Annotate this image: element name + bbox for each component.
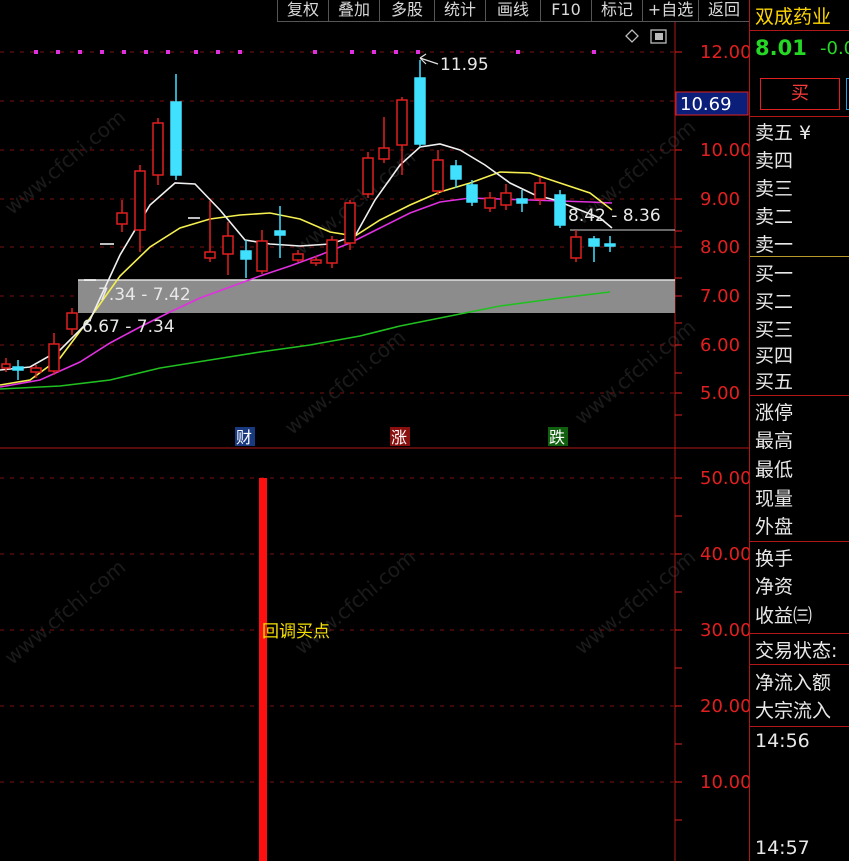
quote-panel: 双成药业 8.01 -0.0 买 卖五 ¥ 卖四 卖三 卖二 卖一 买一 买二 … <box>749 0 849 861</box>
indicator-bar <box>259 478 267 861</box>
ma-yellow-line <box>0 171 613 386</box>
divider <box>750 395 849 396</box>
stat-outer: 外盘 <box>755 516 794 538</box>
sell-level-3: 卖三 <box>755 178 794 200</box>
peak-arrow <box>419 53 439 65</box>
indicator-tick: 40.00 <box>700 544 749 565</box>
indicator-tick: 20.00 <box>700 696 749 717</box>
stat-limit-up: 涨停 <box>755 402 794 424</box>
buy-button[interactable]: 买 <box>760 78 840 110</box>
kline-chart[interactable]: 11.95 7.34 - 7.42 6.67 - 7.34 8.42 - 8.3… <box>0 0 749 861</box>
tick-time-1: 14:56 <box>755 730 810 752</box>
buy-level-3: 买三 <box>755 319 794 341</box>
sell-level-1: 卖一 <box>755 234 794 256</box>
buy-level-1: 买一 <box>755 263 794 285</box>
divider <box>750 726 849 727</box>
price-tick: 10.00 <box>700 140 749 161</box>
event-marker-fall[interactable]: 跌 <box>549 428 565 447</box>
range-label-3: 8.42 - 8.36 <box>568 206 661 226</box>
divider <box>750 116 849 117</box>
stat-low: 最低 <box>755 459 794 481</box>
add-favorite-button[interactable]: +自选 <box>642 0 698 22</box>
last-price: 8.01 <box>755 36 807 60</box>
block-inflow: 大宗流入 <box>755 700 832 722</box>
range-label-2: 6.67 - 7.34 <box>82 317 175 337</box>
buy-level-2: 买二 <box>755 291 794 313</box>
mark-button[interactable]: 标记 <box>591 0 642 22</box>
grid <box>0 51 675 783</box>
divider <box>750 633 849 634</box>
range-label-1: 7.34 - 7.42 <box>98 285 191 305</box>
event-marker-finance[interactable]: 财 <box>236 428 252 447</box>
stat-turnover: 换手 <box>755 548 794 570</box>
multi-stock-button[interactable]: 多股 <box>379 0 434 22</box>
event-markers: 财 涨 跌 <box>235 427 568 447</box>
buy-level-4: 买四 <box>755 345 794 367</box>
peak-label: 11.95 <box>440 55 489 75</box>
net-inflow: 净流入额 <box>755 672 832 694</box>
price-change: -0.0 <box>820 38 849 59</box>
current-price-label: 10.69 <box>680 94 732 115</box>
window-icon[interactable] <box>650 29 667 44</box>
adjust-button[interactable]: 复权 <box>277 0 328 22</box>
indicator-tick: 10.00 <box>700 772 749 793</box>
price-tick: 5.00 <box>700 383 740 404</box>
trade-status: 交易状态: <box>755 640 838 662</box>
sell-level-5: 卖五 ¥ <box>755 122 812 144</box>
indicator-axis: 50.00 40.00 30.00 20.00 10.00 <box>675 468 749 821</box>
overlay-button[interactable]: 叠加 <box>328 0 379 22</box>
stock-name: 双成药业 <box>755 6 832 28</box>
indicator-tick: 50.00 <box>700 468 749 489</box>
stat-high: 最高 <box>755 430 794 452</box>
stat-net-asset: 净资 <box>755 576 794 598</box>
price-tick: 8.00 <box>700 237 740 258</box>
buy-level-5: 买五 <box>755 371 794 393</box>
statistics-button[interactable]: 统计 <box>434 0 485 22</box>
price-tick: 7.00 <box>700 286 740 307</box>
price-tick: 12.00 <box>700 42 749 63</box>
draw-line-button[interactable]: 画线 <box>485 0 540 22</box>
divider <box>750 664 849 665</box>
stat-earnings: 收益㈢ <box>755 605 813 627</box>
divider <box>750 541 849 542</box>
divider <box>750 30 849 31</box>
tick-time-2: 14:57 <box>755 837 810 859</box>
f10-button[interactable]: F10 <box>540 0 591 22</box>
price-tick: 6.00 <box>700 335 740 356</box>
diamond-icon[interactable] <box>625 29 639 43</box>
sell-level-4: 卖四 <box>755 150 794 172</box>
price-cursor-line <box>750 256 849 257</box>
indicator-tick: 30.00 <box>700 620 749 641</box>
stat-volume: 现量 <box>755 488 794 510</box>
back-button[interactable]: 返回 <box>698 0 749 22</box>
indicator-label: 回调买点 <box>262 622 330 642</box>
price-tick: 9.00 <box>700 189 740 210</box>
event-marker-rise[interactable]: 涨 <box>391 428 407 447</box>
sell-level-2: 卖二 <box>755 206 794 228</box>
toolbar: 复权 叠加 多股 统计 画线 F10 标记 +自选 返回 <box>0 0 749 22</box>
